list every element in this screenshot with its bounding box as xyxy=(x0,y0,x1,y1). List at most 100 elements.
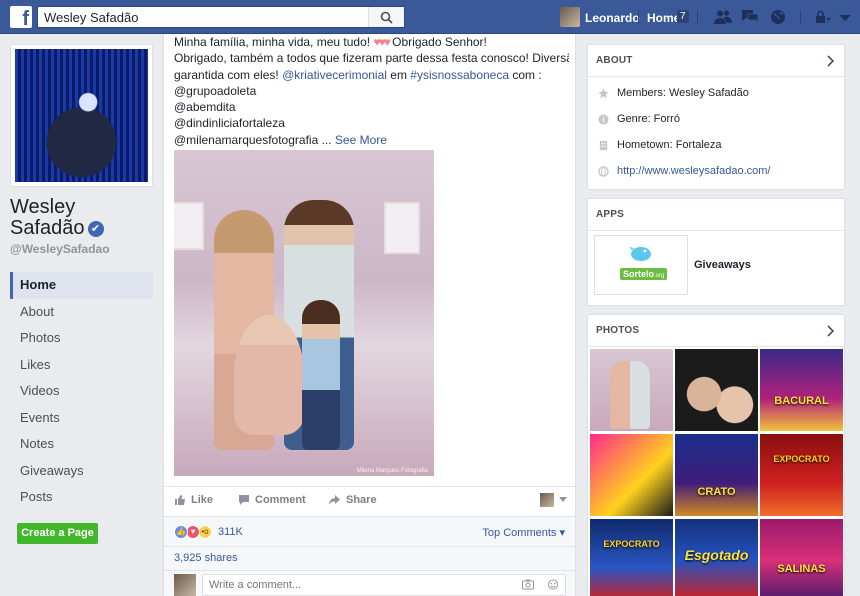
nav-item-photos[interactable]: Photos xyxy=(10,325,153,352)
post-actions: Like Comment Share xyxy=(164,486,575,516)
photos-title[interactable]: PHOTOS xyxy=(588,315,844,347)
profile-picture-image xyxy=(15,49,148,182)
search-box xyxy=(37,6,405,28)
photo-caption: EXPOCRATO xyxy=(773,454,830,464)
create-page-button[interactable]: Create a Page xyxy=(17,523,98,544)
app-name-link[interactable]: Giveaways xyxy=(694,259,751,271)
commenter-avatar xyxy=(174,574,196,596)
top-comments-dropdown[interactable]: Top Comments ▾ xyxy=(482,526,565,539)
share-button[interactable]: Share xyxy=(328,494,377,506)
facebook-logo-icon[interactable]: f xyxy=(10,6,32,28)
page-handle[interactable]: @WesleySafadao xyxy=(10,242,110,256)
photo-thumbnail[interactable]: SALINAS xyxy=(760,519,843,596)
post-photo[interactable]: Milena Marques Fotografia xyxy=(174,150,434,476)
about-genre: Genre: Forró xyxy=(617,113,680,125)
photo-thumbnail[interactable]: EXPOCRATO xyxy=(760,434,843,516)
nav-item-giveaways[interactable]: Giveaways xyxy=(10,458,153,485)
reaction-count[interactable]: 311K xyxy=(218,526,243,538)
page-title-line2: Safadão xyxy=(10,217,85,239)
privacy-lock-icon[interactable] xyxy=(814,9,832,25)
app-logo-name: Sortelo xyxy=(623,269,655,279)
see-more-link[interactable]: See More xyxy=(335,133,387,147)
mention-link[interactable]: @dindinliciafortaleza xyxy=(174,115,569,131)
love-reaction-icon[interactable]: ♥ xyxy=(186,525,200,539)
nav-item-posts[interactable]: Posts xyxy=(10,484,153,511)
profile-picture[interactable] xyxy=(10,44,153,187)
home-link[interactable]: Home xyxy=(647,11,680,25)
photo-thumbnail[interactable] xyxy=(590,434,673,516)
nav-item-about[interactable]: About xyxy=(10,299,153,326)
mention-link[interactable]: @grupoadoleta xyxy=(174,83,569,99)
post-line: Minha família, minha vida, meu tudo! ♥♥♥… xyxy=(174,34,569,50)
photo-thumbnail[interactable]: EXPOCRATO xyxy=(590,519,673,596)
nav-item-home[interactable]: Home xyxy=(10,272,153,299)
top-bar: f Leonardo Home 7 xyxy=(0,0,860,34)
search-icon xyxy=(380,11,393,24)
photo-caption: BACURAL xyxy=(774,395,829,407)
user-name-link[interactable]: Leonardo xyxy=(585,11,640,25)
verified-badge-icon: ✔ xyxy=(87,221,104,237)
post-line: garantida com eles! @kriativecerimonial … xyxy=(174,67,569,83)
mention-link[interactable]: @milenamarquesfotografia ... xyxy=(174,133,335,147)
about-hometown-row: Hometown: Fortaleza xyxy=(598,139,722,151)
app-logo-suffix: .org xyxy=(654,273,665,279)
messages-icon[interactable] xyxy=(741,9,759,25)
comment-button[interactable]: Comment xyxy=(238,494,306,506)
user-avatar[interactable] xyxy=(560,7,580,27)
nav-item-likes[interactable]: Likes xyxy=(10,352,153,379)
nav-item-videos[interactable]: Videos xyxy=(10,378,153,405)
about-hometown: Hometown: Fortaleza xyxy=(617,139,722,151)
photo-thumbnail[interactable]: BACURAL xyxy=(760,349,843,431)
topbar-divider xyxy=(800,10,801,24)
nav-item-notes[interactable]: Notes xyxy=(10,431,153,458)
post-as-selector[interactable] xyxy=(540,493,567,507)
info-icon xyxy=(598,113,609,125)
post-card: Minha família, minha vida, meu tudo! ♥♥♥… xyxy=(163,34,576,596)
app-thumbnail[interactable]: Sortelo.org xyxy=(594,235,688,295)
reactions-bar: 👍 ♥ •o 311K Top Comments ▾ xyxy=(164,516,575,546)
about-members-row: Members: Wesley Safadão xyxy=(598,87,749,99)
account-menu-icon[interactable] xyxy=(836,9,854,25)
page-title-line1: Wesley xyxy=(10,196,76,218)
about-title[interactable]: ABOUT xyxy=(588,45,844,77)
photos-box: PHOTOS BACURAL CRATO EXPOCRATO EXPOCRATO… xyxy=(587,314,845,596)
search-input[interactable] xyxy=(38,7,368,27)
search-button[interactable] xyxy=(368,7,404,27)
apps-title[interactable]: APPS xyxy=(588,199,844,231)
comment-composer xyxy=(164,570,575,596)
top-comments-label: Top Comments xyxy=(482,527,557,539)
mention-link[interactable]: @kriativecerimonial xyxy=(282,68,387,82)
bird-logo-icon xyxy=(629,247,651,261)
star-icon xyxy=(598,87,609,98)
photo-thumbnail[interactable]: Esgotado xyxy=(675,519,758,596)
hashtag-link[interactable]: #ysisnossaboneca xyxy=(410,68,509,82)
chevron-right-icon[interactable] xyxy=(824,55,836,67)
friend-requests-icon[interactable] xyxy=(714,9,732,25)
emoji-icon[interactable] xyxy=(547,579,559,590)
page-title: Wesley Safadão ✔ xyxy=(10,197,160,239)
photo-thumbnail[interactable]: CRATO xyxy=(675,434,758,516)
photo-figures xyxy=(610,361,650,429)
girl-figure xyxy=(234,315,304,435)
wow-reaction-icon[interactable]: •o xyxy=(198,525,212,539)
like-label: Like xyxy=(191,494,214,506)
post-text-span: em xyxy=(386,67,411,82)
post-text-span: com : xyxy=(509,67,542,82)
photo-caption: CRATO xyxy=(697,486,736,498)
comment-bubble-icon xyxy=(239,495,249,505)
camera-icon[interactable] xyxy=(522,579,534,590)
shares-count-link[interactable]: 3,925 shares xyxy=(164,546,575,570)
mention-link[interactable]: @abemdita xyxy=(174,99,569,115)
nav-item-events[interactable]: Events xyxy=(10,405,153,432)
chevron-right-icon[interactable] xyxy=(824,325,836,337)
like-button[interactable]: Like xyxy=(174,494,213,506)
comment-input[interactable] xyxy=(202,574,566,596)
photo-thumbnail[interactable] xyxy=(590,349,673,431)
photo-thumbnail[interactable] xyxy=(675,349,758,431)
comment-label: Comment xyxy=(255,494,306,506)
notifications-globe-icon[interactable] xyxy=(769,9,787,25)
post-line: @milenamarquesfotografia ... See More xyxy=(174,132,569,148)
like-reaction-icon[interactable]: 👍 xyxy=(174,525,188,539)
website-link[interactable]: http://www.wesleysafadao.com/ xyxy=(617,165,770,177)
about-members: Members: Wesley Safadão xyxy=(617,87,749,99)
